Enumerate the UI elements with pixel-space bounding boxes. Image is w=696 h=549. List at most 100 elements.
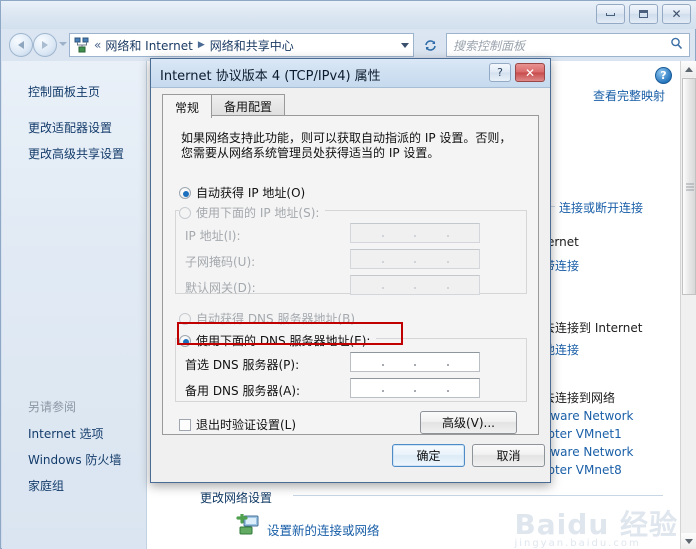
refresh-button[interactable] [418, 33, 442, 57]
screen: ✕ « 网络和 Internet ▶ 网络和共享中心 搜索控制面板 控制面板主页… [0, 0, 696, 549]
tcpip-properties-dialog: Internet 协议版本 4 (TCP/IPv4) 属性 ? ✕ 常规 备用配… [150, 58, 551, 483]
radio-use-following-dns[interactable]: 使用下面的 DNS 服务器地址(E): [179, 332, 377, 349]
radio-label-dns-auto: 自动获得 DNS 服务器地址(B) [196, 312, 356, 326]
sidebar-item-control-panel-home[interactable]: 控制面板主页 [28, 83, 100, 100]
address-bar[interactable]: « 网络和 Internet ▶ 网络和共享中心 [69, 33, 414, 57]
link-view-full-map[interactable]: 查看完整映射 [593, 87, 665, 104]
scroll-up-button[interactable] [681, 61, 696, 77]
ip-dot-icon [414, 260, 416, 263]
help-icon[interactable]: ? [655, 67, 672, 84]
ip-dot-icon [381, 286, 384, 289]
ok-button[interactable]: 确定 [392, 444, 465, 467]
breadcrumb-separator-icon[interactable]: ▶ [198, 40, 205, 50]
text-internet: ernet [547, 235, 579, 249]
ip-dot-icon [381, 389, 384, 392]
minimize-icon [606, 12, 615, 16]
checkbox-indicator-validate [179, 418, 191, 431]
breadcrumb-item-0[interactable]: 网络和 Internet [105, 37, 192, 54]
search-input[interactable]: 搜索控制面板 [446, 33, 690, 57]
link-connect-disconnect[interactable]: 连接或断开连接 [559, 199, 643, 216]
text-not-connected-internet: 去连接到 Internet [543, 321, 643, 335]
ip-dot-icon [446, 286, 449, 289]
sidebar: 控制面板主页 更改适配器设置 更改高级共享设置 另请参阅 Internet 选项… [2, 61, 146, 549]
label-default-gateway: 默认网关(D): [185, 281, 256, 295]
close-button[interactable]: ✕ [662, 4, 691, 24]
dialog-description-line1: 如果网络支持此功能，则可以获取自动指派的 IP 设置。否则， [181, 131, 512, 145]
input-default-gateway[interactable] [350, 275, 480, 295]
dialog-help-button[interactable]: ? [489, 63, 511, 82]
radio-label-ip-auto: 自动获得 IP 地址(O) [196, 186, 306, 200]
search-placeholder: 搜索控制面板 [453, 38, 526, 53]
back-button[interactable] [9, 33, 33, 57]
sidebar-item-windows-firewall[interactable]: Windows 防火墙 [28, 451, 121, 468]
adapter-line-3[interactable]: apter VMnet8 [540, 463, 622, 477]
ip-dot-icon [446, 234, 449, 237]
radio-obtain-ip-automatically[interactable]: 自动获得 IP 地址(O) [179, 184, 305, 201]
label-preferred-dns: 首选 DNS 服务器(P): [185, 358, 300, 372]
history-dropdown-icon[interactable] [59, 42, 67, 46]
radio-indicator-ip-manual [179, 206, 191, 219]
input-subnet-mask[interactable] [350, 249, 480, 269]
tab-panel-general: 如果网络支持此功能，则可以获取自动指派的 IP 设置。否则， 您需要从网络系统管… [162, 115, 539, 435]
sidebar-item-internet-options[interactable]: Internet 选项 [28, 425, 103, 442]
adapter-line-0[interactable]: Mware Network [540, 409, 634, 423]
ip-dot-icon [414, 286, 416, 289]
tab-general[interactable]: 常规 [162, 94, 213, 118]
ip-dot-icon [381, 363, 384, 366]
cancel-button[interactable]: 取消 [472, 444, 545, 467]
ip-dot-icon [414, 234, 416, 237]
refresh-icon [424, 39, 436, 51]
radio-label-ip-manual: 使用下面的 IP 地址(S): [196, 206, 320, 220]
scrollbar-thumb[interactable] [682, 78, 696, 295]
radio-indicator-ip-auto [179, 186, 191, 199]
maximize-icon [639, 10, 648, 18]
label-subnet-mask: 子网掩码(U): [185, 255, 256, 269]
search-icon [670, 37, 683, 54]
text-not-connected-network: 去连接到网络 [543, 391, 616, 405]
radio-obtain-dns-automatically[interactable]: 自动获得 DNS 服务器地址(B) [179, 310, 355, 327]
link-setup-new-connection[interactable]: 设置新的连接或网络 [267, 520, 380, 539]
sidebar-item-homegroup[interactable]: 家庭组 [28, 477, 64, 494]
section-divider [293, 495, 663, 496]
adapter-line-1[interactable]: apter VMnet1 [540, 427, 622, 441]
radio-label-dns-manual: 使用下面的 DNS 服务器地址(E): [196, 334, 371, 348]
dialog-controls: ? ✕ [489, 63, 545, 82]
see-also-heading: 另请参阅 [28, 400, 77, 414]
adapter-line-2[interactable]: Mware Network [540, 445, 634, 459]
scroll-down-button[interactable] [681, 533, 696, 549]
window-titlebar: ✕ [1, 1, 696, 29]
dialog-titlebar[interactable]: Internet 协议版本 4 (TCP/IPv4) 属性 ? ✕ [151, 59, 550, 88]
radio-use-following-ip[interactable]: 使用下面的 IP 地址(S): [179, 204, 326, 221]
input-alternate-dns[interactable] [350, 378, 480, 398]
ip-dot-icon [446, 260, 449, 263]
window-controls: ✕ [596, 4, 691, 24]
sidebar-item-change-advanced-sharing[interactable]: 更改高级共享设置 [28, 145, 124, 162]
chevron-down-icon [684, 538, 693, 544]
checkbox-validate-on-exit[interactable]: 退出时验证设置(L) [179, 416, 296, 433]
sidebar-item-change-adapter-settings[interactable]: 更改适配器设置 [28, 119, 112, 136]
ip-dot-icon [446, 363, 449, 366]
breadcrumb-item-1[interactable]: 网络和共享中心 [210, 37, 294, 54]
ip-dot-icon [414, 389, 416, 392]
label-alternate-dns: 备用 DNS 服务器(A): [185, 384, 301, 398]
radio-indicator-dns-auto [179, 312, 191, 325]
ip-dot-icon [381, 260, 384, 263]
maximize-button[interactable] [629, 4, 658, 24]
tab-alternate-config[interactable]: 备用配置 [211, 94, 286, 116]
dialog-description-line2: 您需要从网络系统管理员处获得适当的 IP 设置。 [181, 146, 440, 160]
dialog-close-button[interactable]: ✕ [515, 63, 545, 82]
minimize-button[interactable] [596, 4, 625, 24]
vertical-scrollbar[interactable] [680, 61, 696, 549]
dialog-title: Internet 协议版本 4 (TCP/IPv4) 属性 [160, 69, 381, 84]
chevron-up-icon [684, 66, 693, 72]
input-preferred-dns[interactable] [350, 352, 480, 372]
dialog-description: 如果网络支持此功能，则可以获取自动指派的 IP 设置。否则， 您需要从网络系统管… [181, 131, 521, 161]
forward-button[interactable] [33, 33, 57, 57]
advanced-button[interactable]: 高级(V)... [420, 411, 517, 434]
input-ip-address[interactable] [350, 223, 480, 243]
ip-dot-icon [414, 363, 416, 366]
setup-connection-icon [235, 512, 259, 535]
chevron-down-icon[interactable] [401, 42, 409, 48]
address-chevron-icon[interactable]: « [94, 38, 101, 52]
dialog-body: 常规 备用配置 如果网络支持此功能，则可以获取自动指派的 IP 设置。否则， 您… [151, 88, 550, 482]
